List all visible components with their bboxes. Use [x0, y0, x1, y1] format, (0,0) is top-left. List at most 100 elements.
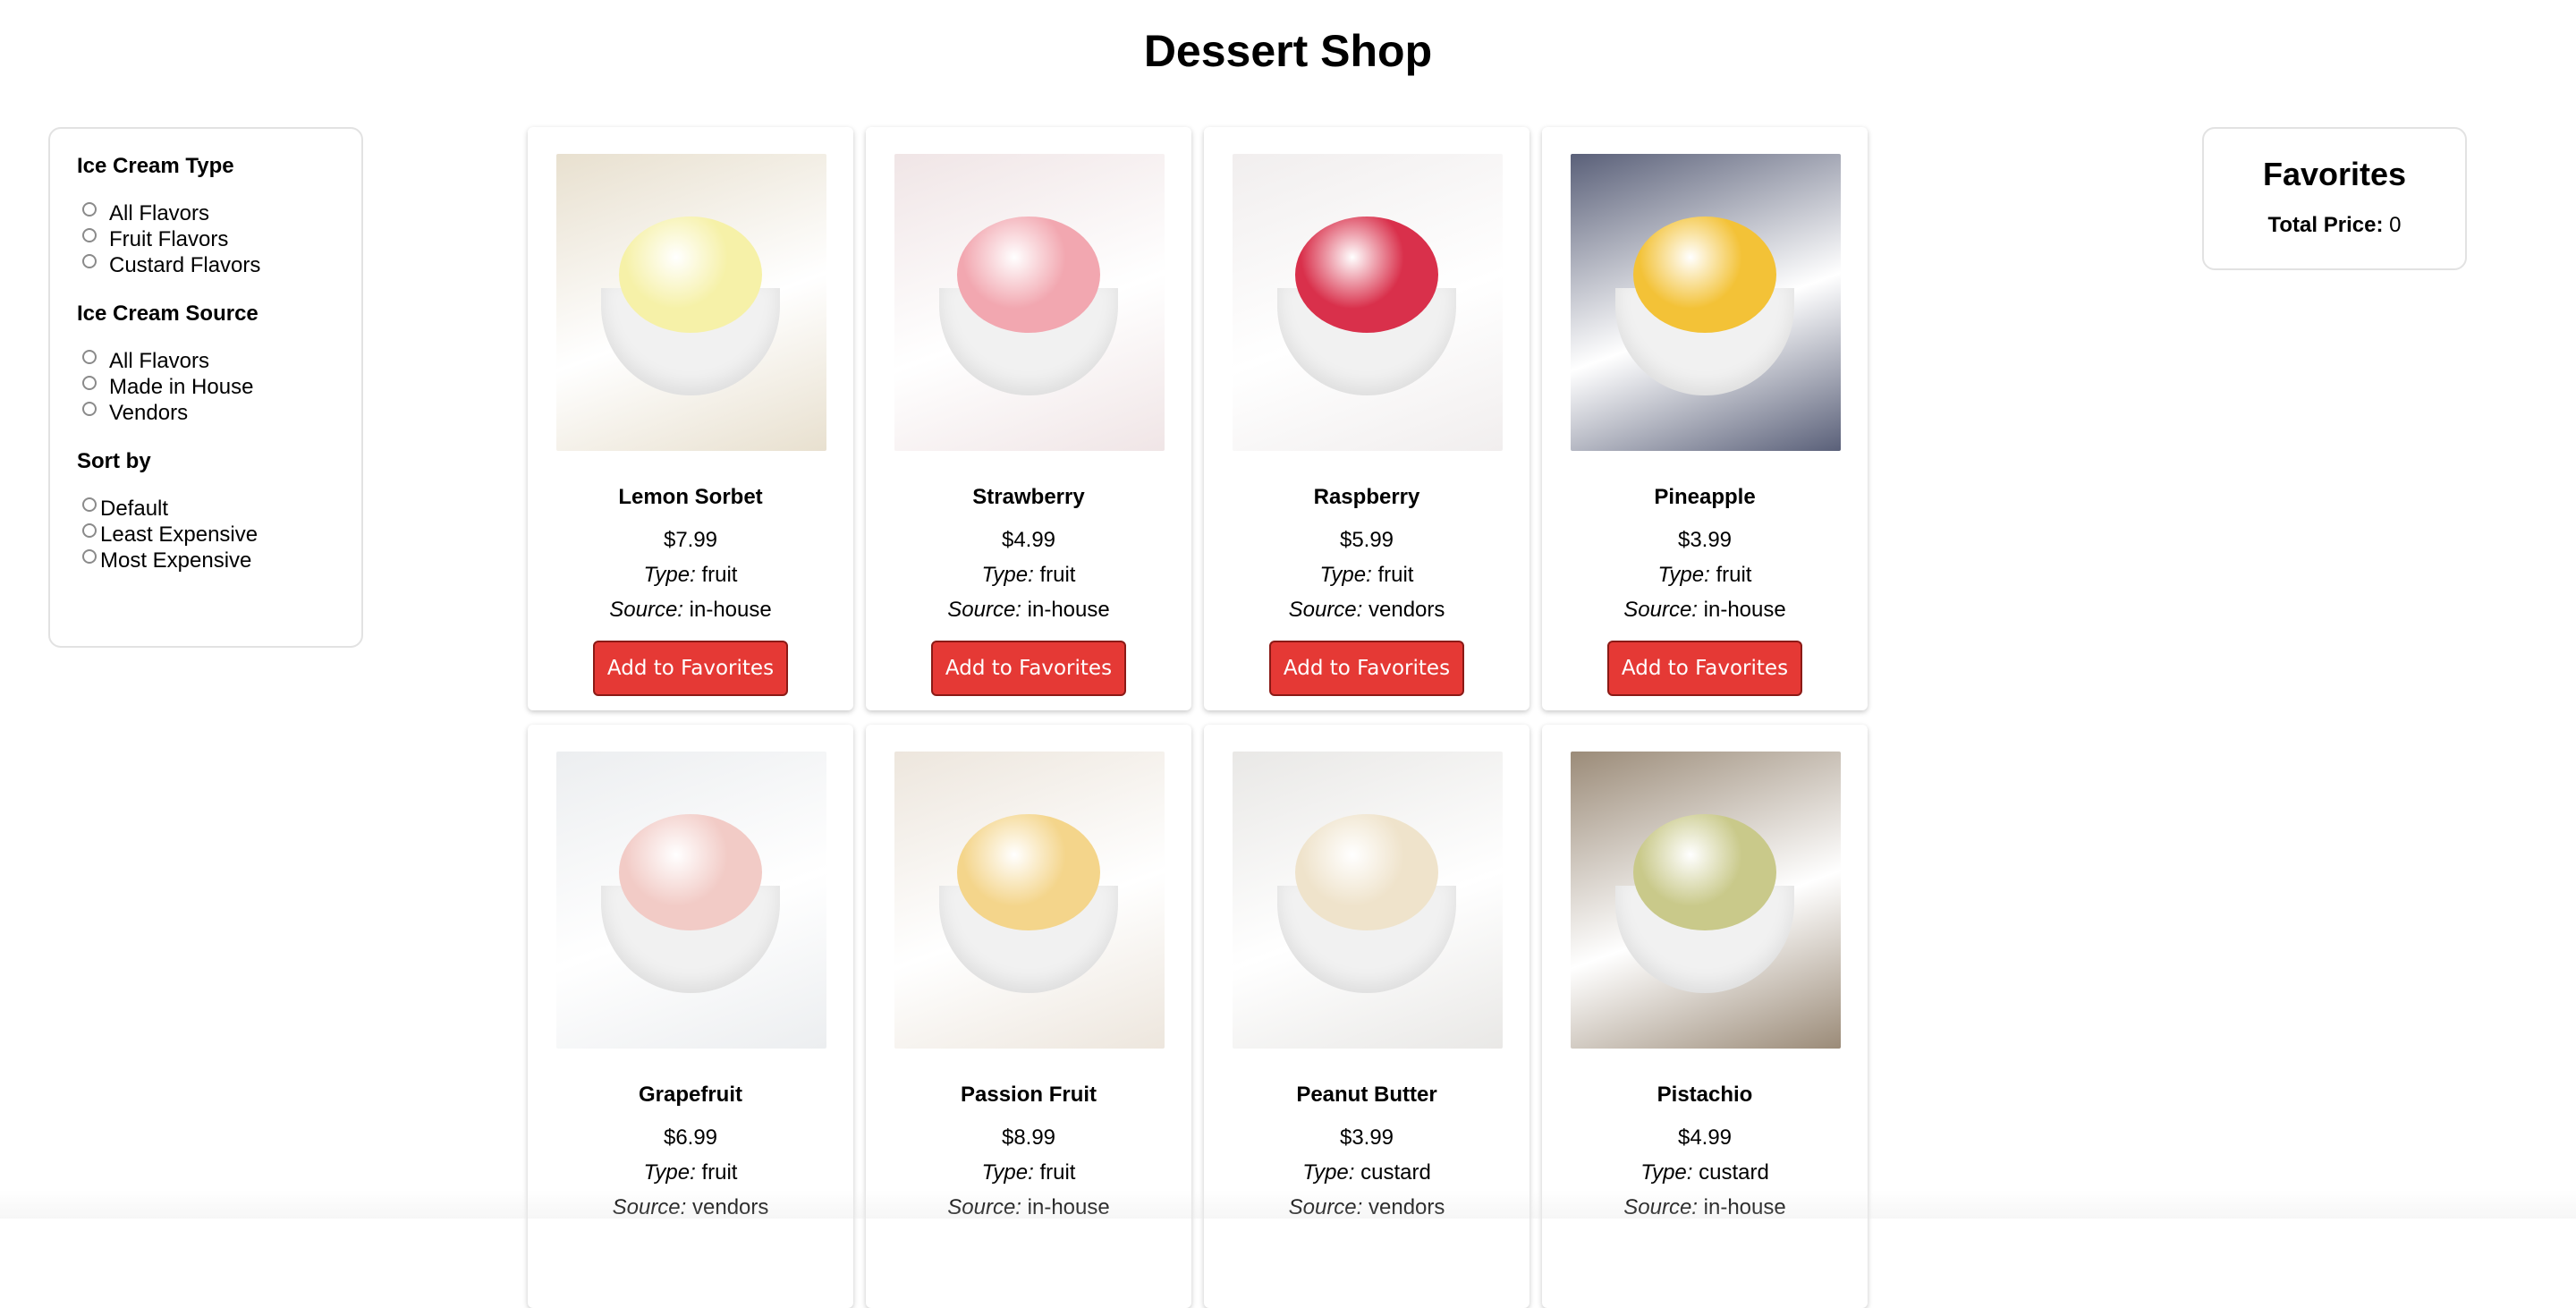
radio-button[interactable] — [82, 548, 97, 564]
add-to-favorites-button[interactable]: Add to Favorites — [1269, 641, 1464, 696]
source-label: Source: — [947, 598, 1021, 622]
type-value: fruit — [1039, 1160, 1076, 1185]
product-name: Pistachio — [1657, 1083, 1753, 1107]
type-label: Type: — [1640, 1160, 1693, 1185]
type-value: fruit — [1377, 563, 1414, 587]
total-price-label: Total Price: — [2267, 213, 2384, 237]
option-label: Most Expensive — [100, 548, 252, 573]
product-image — [556, 752, 826, 1049]
type-value: fruit — [1039, 563, 1076, 587]
type-label: Type: — [981, 1160, 1034, 1185]
product-type: Type: fruit — [1204, 563, 1530, 588]
type-value: fruit — [1716, 563, 1752, 587]
product-name: Pineapple — [1654, 485, 1756, 509]
source-option-house[interactable]: Made in House — [77, 374, 361, 400]
add-to-favorites-button[interactable]: Add to Favorites — [931, 641, 1126, 696]
option-label: Vendors — [109, 400, 189, 425]
option-label: Default — [100, 496, 169, 521]
product-price: $4.99 — [1001, 528, 1056, 552]
favorites-title: Favorites — [2262, 156, 2407, 192]
source-value: in-house — [1703, 598, 1786, 622]
product-type: Type: fruit — [528, 1160, 853, 1185]
product-card: Strawberry $4.99 Type: fruit Source: in-… — [866, 127, 1191, 710]
sort-option-least[interactable]: Least Expensive — [77, 522, 361, 548]
source-option-all[interactable]: All Flavors — [77, 348, 361, 374]
product-image — [1233, 154, 1503, 451]
type-label: Type: — [981, 563, 1034, 587]
product-name: Lemon Sorbet — [618, 485, 763, 509]
radio-button[interactable] — [82, 401, 97, 416]
radio-button[interactable] — [82, 497, 97, 512]
option-label: Custard Flavors — [109, 252, 261, 277]
product-type: Type: fruit — [1542, 563, 1868, 588]
type-label: Type: — [1302, 1160, 1355, 1185]
radio-button[interactable] — [82, 227, 97, 242]
add-to-favorites-button[interactable]: Add to Favorites — [593, 641, 788, 696]
product-image — [1571, 752, 1841, 1049]
bottom-fade — [0, 1190, 2576, 1219]
product-name: Passion Fruit — [960, 1083, 1097, 1107]
product-price: $8.99 — [1001, 1125, 1056, 1150]
product-card: Pineapple $3.99 Type: fruit Source: in-h… — [1542, 127, 1868, 710]
sort-option-default[interactable]: Default — [77, 496, 361, 522]
favorites-panel: Favorites Total Price: 0 — [2202, 127, 2467, 270]
product-card: Lemon Sorbet $7.99 Type: fruit Source: i… — [528, 127, 853, 710]
source-value: vendors — [1368, 598, 1445, 622]
type-value: fruit — [701, 1160, 738, 1185]
product-type: Type: fruit — [866, 1160, 1191, 1185]
product-image — [894, 154, 1165, 451]
product-card: Pistachio $4.99 Type: custard Source: in… — [1542, 725, 1868, 1308]
source-filter-heading: Ice Cream Source — [77, 302, 258, 326]
filter-sidebar: Ice Cream Type All Flavors Fruit Flavors… — [48, 127, 363, 648]
product-price: $6.99 — [663, 1125, 718, 1150]
source-value: in-house — [689, 598, 772, 622]
source-filter-group: Ice Cream Source All Flavors Made in Hou… — [77, 302, 361, 426]
radio-button[interactable] — [82, 349, 97, 364]
radio-button[interactable] — [82, 522, 97, 538]
type-option-fruit[interactable]: Fruit Flavors — [77, 226, 361, 252]
type-label: Type: — [1657, 563, 1710, 587]
type-value: custard — [1699, 1160, 1769, 1185]
type-option-all[interactable]: All Flavors — [77, 200, 361, 226]
option-label: All Flavors — [109, 348, 210, 373]
type-filter-group: Ice Cream Type All Flavors Fruit Flavors… — [77, 154, 361, 278]
product-card: Raspberry $5.99 Type: fruit Source: vend… — [1204, 127, 1530, 710]
option-label: Fruit Flavors — [109, 226, 229, 251]
product-image — [894, 752, 1165, 1049]
source-label: Source: — [1288, 598, 1363, 622]
type-value: fruit — [701, 563, 738, 587]
add-to-favorites-button[interactable]: Add to Favorites — [1607, 641, 1802, 696]
radio-button[interactable] — [82, 375, 97, 390]
product-name: Strawberry — [972, 485, 1085, 509]
sort-option-most[interactable]: Most Expensive — [77, 548, 361, 573]
type-label: Type: — [643, 1160, 696, 1185]
type-filter-heading: Ice Cream Type — [77, 154, 234, 178]
product-image — [1233, 752, 1503, 1049]
radio-button[interactable] — [82, 253, 97, 268]
product-type: Type: custard — [1204, 1160, 1530, 1185]
product-image — [1571, 154, 1841, 451]
source-label: Source: — [609, 598, 683, 622]
option-label: Made in House — [109, 374, 254, 399]
product-name: Grapefruit — [638, 1083, 742, 1107]
product-name: Raspberry — [1313, 485, 1420, 509]
type-option-custard[interactable]: Custard Flavors — [77, 252, 361, 278]
product-type: Type: fruit — [528, 563, 853, 588]
product-price: $7.99 — [663, 528, 718, 552]
type-value: custard — [1360, 1160, 1431, 1185]
product-source: Source: vendors — [1204, 598, 1530, 623]
option-label: All Flavors — [109, 200, 210, 225]
sort-heading: Sort by — [77, 449, 151, 473]
source-value: in-house — [1027, 598, 1110, 622]
product-price: $3.99 — [1339, 1125, 1394, 1150]
product-source: Source: in-house — [1542, 598, 1868, 623]
source-option-vendors[interactable]: Vendors — [77, 400, 361, 426]
product-card: Grapefruit $6.99 Type: fruit Source: ven… — [528, 725, 853, 1308]
product-price: $4.99 — [1677, 1125, 1733, 1150]
option-label: Least Expensive — [100, 522, 258, 547]
product-price: $3.99 — [1677, 528, 1733, 552]
product-source: Source: in-house — [528, 598, 853, 623]
product-name: Peanut Butter — [1296, 1083, 1437, 1107]
type-label: Type: — [643, 563, 696, 587]
radio-button[interactable] — [82, 201, 97, 217]
